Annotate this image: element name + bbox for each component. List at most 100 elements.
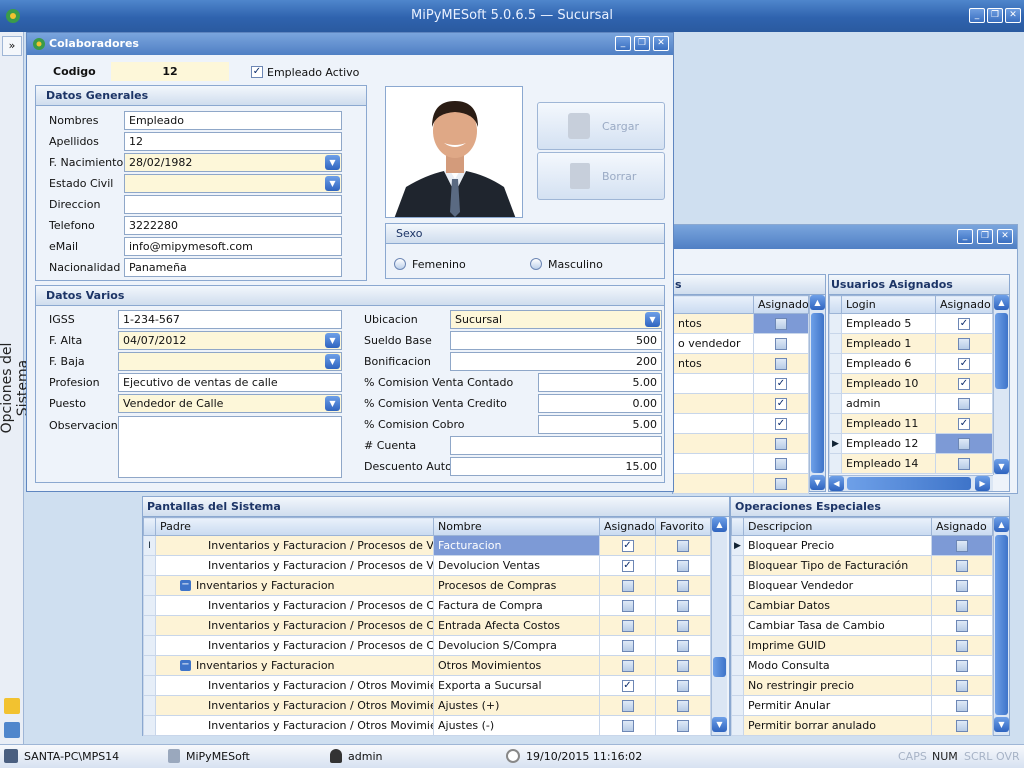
empleado-activo-checkbox[interactable]: ✓ xyxy=(251,65,263,78)
nombres-field[interactable]: Empleado xyxy=(124,111,342,130)
colab-close-button[interactable]: ✕ xyxy=(653,36,669,51)
cargar-button[interactable]: Cargar xyxy=(537,102,665,150)
asignado-cell[interactable] xyxy=(931,555,993,576)
system-options-sidebar[interactable]: » Opciones del Sistema xyxy=(0,32,31,744)
asignado-checkbox[interactable] xyxy=(621,620,634,632)
femenino-radio[interactable] xyxy=(394,257,406,270)
asignado-cell[interactable] xyxy=(931,695,993,716)
table-row[interactable]: Inventarios y Facturacion / Otros Movimi… xyxy=(143,675,711,696)
bg-close-button[interactable]: ✕ xyxy=(997,229,1013,244)
chevron-down-icon[interactable]: ▼ xyxy=(325,176,340,191)
asignado-checkbox[interactable] xyxy=(775,318,787,330)
usuarios-scrollbar[interactable]: ▲ ▼ xyxy=(993,295,1009,475)
table-row[interactable]: Bloquear Tipo de Facturación xyxy=(731,555,993,576)
asignado-checkbox[interactable]: ✓ xyxy=(775,398,787,410)
apellidos-field[interactable]: 12 xyxy=(124,132,342,151)
table-row[interactable] xyxy=(673,473,809,494)
asignado-checkbox[interactable] xyxy=(956,600,968,612)
favorito-checkbox[interactable] xyxy=(677,680,689,692)
padre-cell[interactable]: Inventarios y Facturacion / Otros Movimi… xyxy=(155,715,434,736)
table-row[interactable]: Cambiar Datos xyxy=(731,595,993,616)
asignado-checkbox[interactable] xyxy=(621,640,634,652)
asignado-checkbox[interactable]: ✓ xyxy=(958,358,970,370)
table-row[interactable]: Inventarios y Facturacion / Otros Movimi… xyxy=(143,715,711,736)
table-row[interactable]: − Inventarios y Facturacion Otros Movimien… xyxy=(143,655,711,676)
asignado-cell[interactable] xyxy=(935,433,993,454)
falta-field[interactable]: 04/07/2012 ▼ xyxy=(118,331,342,350)
table-row[interactable]: Cambiar Tasa de Cambio xyxy=(731,615,993,636)
table-row[interactable]: Modo Consulta xyxy=(731,655,993,676)
asignado-cell[interactable] xyxy=(931,715,993,736)
tools-icon[interactable] xyxy=(4,698,20,714)
table-row[interactable] xyxy=(673,453,809,474)
asignado-cell[interactable] xyxy=(935,333,993,354)
asignado-cell[interactable] xyxy=(599,595,656,616)
favorito-checkbox[interactable] xyxy=(677,720,689,732)
asignado-cell[interactable] xyxy=(935,393,993,414)
asignado-cell[interactable] xyxy=(931,675,993,696)
table-row[interactable]: ✓ xyxy=(673,373,809,394)
padre-cell[interactable]: Inventarios y Facturacion / Procesos de … xyxy=(155,615,434,636)
partial-scrollbar[interactable]: ▲ ▼ xyxy=(809,295,825,491)
bg-minimize-button[interactable]: _ xyxy=(957,229,973,244)
comision-credito-field[interactable]: 0.00 xyxy=(538,394,662,413)
asignado-cell[interactable] xyxy=(931,595,993,616)
asignado-checkbox[interactable]: ✓ xyxy=(621,560,634,572)
table-row[interactable]: ntos xyxy=(673,353,809,374)
favorito-checkbox[interactable] xyxy=(677,640,689,652)
table-row[interactable]: Empleado 11 ✓ xyxy=(829,413,993,434)
asignado-checkbox[interactable] xyxy=(775,478,787,490)
direccion-field[interactable] xyxy=(124,195,342,214)
asignado-cell[interactable] xyxy=(753,473,809,494)
asignado-cell[interactable]: ✓ xyxy=(753,413,809,434)
close-button[interactable]: ✕ xyxy=(1005,8,1021,23)
pantallas-grid[interactable]: Padre Nombre Asignado Favorito I Inventar… xyxy=(143,517,711,736)
table-row[interactable]: Empleado 14 xyxy=(829,453,993,474)
expand-sidebar-button[interactable]: » xyxy=(2,36,22,56)
chevron-down-icon[interactable]: ▼ xyxy=(325,155,340,170)
table-row[interactable]: Empleado 1 xyxy=(829,333,993,354)
asignado-checkbox[interactable] xyxy=(956,640,968,652)
favorito-cell[interactable] xyxy=(655,675,711,696)
favorito-cell[interactable] xyxy=(655,595,711,616)
asignado-cell[interactable] xyxy=(599,695,656,716)
asignado-checkbox[interactable] xyxy=(958,398,970,410)
favorito-cell[interactable] xyxy=(655,535,711,556)
asignado-checkbox[interactable] xyxy=(956,680,968,692)
asignado-cell[interactable] xyxy=(753,433,809,454)
asignado-checkbox[interactable]: ✓ xyxy=(958,318,970,330)
asignado-checkbox[interactable] xyxy=(958,338,970,350)
asignado-checkbox[interactable] xyxy=(956,540,968,552)
favorito-cell[interactable] xyxy=(655,655,711,676)
masculino-radio[interactable] xyxy=(530,257,542,270)
col-padre[interactable]: Padre xyxy=(155,517,434,536)
padre-cell[interactable]: Inventarios y Facturacion / Otros Movimi… xyxy=(155,675,434,696)
table-row[interactable]: ✓ xyxy=(673,393,809,414)
favorito-cell[interactable] xyxy=(655,575,711,596)
table-row[interactable]: ✓ xyxy=(673,413,809,434)
table-row[interactable]: Inventarios y Facturacion / Otros Movimi… xyxy=(143,695,711,716)
table-row[interactable]: Imprime GUID xyxy=(731,635,993,656)
operaciones-scrollbar[interactable]: ▲ ▼ xyxy=(993,517,1009,735)
asignado-cell[interactable]: ✓ xyxy=(935,413,993,434)
bonificacion-field[interactable]: 200 xyxy=(450,352,662,371)
favorito-checkbox[interactable] xyxy=(677,620,689,632)
col-nombre[interactable]: Nombre xyxy=(433,517,600,536)
asignado-cell[interactable]: ✓ xyxy=(935,373,993,394)
codigo-field[interactable]: 12 xyxy=(111,62,229,81)
collapse-icon[interactable]: − xyxy=(180,660,191,671)
asignado-checkbox[interactable] xyxy=(621,580,634,592)
asignado-checkbox[interactable] xyxy=(958,458,970,470)
asignado-cell[interactable] xyxy=(599,715,656,736)
asignado-checkbox[interactable] xyxy=(958,438,970,450)
table-row[interactable]: I Inventarios y Facturacion / Procesos de… xyxy=(143,535,711,556)
padre-cell[interactable]: Inventarios y Facturacion / Procesos de … xyxy=(155,635,434,656)
asignado-checkbox[interactable]: ✓ xyxy=(958,418,970,430)
padre-cell[interactable]: − Inventarios y Facturacion xyxy=(155,575,434,596)
asignado-checkbox[interactable] xyxy=(621,720,634,732)
asignado-checkbox[interactable] xyxy=(956,580,968,592)
asignado-cell[interactable] xyxy=(931,635,993,656)
usuarios-grid[interactable]: Login Asignado Empleado 5 ✓ Empleado 1 Emple… xyxy=(829,295,993,474)
puesto-select[interactable]: Vendedor de Calle ▼ xyxy=(118,394,342,413)
chevron-down-icon[interactable]: ▼ xyxy=(645,312,660,327)
